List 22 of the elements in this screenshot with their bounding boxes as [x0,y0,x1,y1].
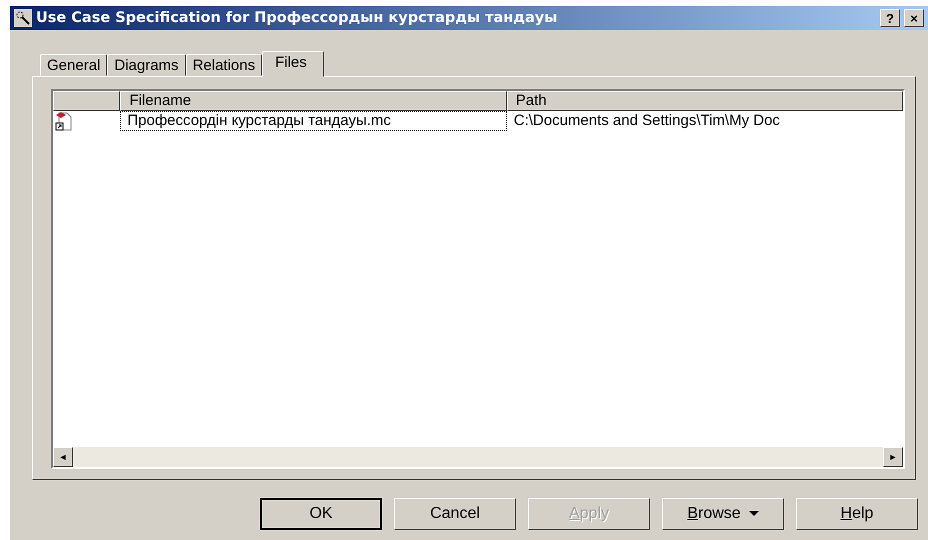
path-cell-text: C:\Documents and Settings\Tim\My Doc [512,111,781,131]
magnifier-icon [14,9,32,27]
file-icon [55,111,73,131]
dialog-button[interactable]: OK [260,498,382,530]
help-button[interactable]: ? [880,9,900,27]
dialog-button[interactable]: Browse [662,498,784,530]
column-header[interactable]: Path [506,91,903,111]
tab[interactable]: General [40,54,108,76]
scroll-left-button[interactable]: ◄ [53,447,73,467]
filename-cell[interactable]: Профессордін курстарды тандауы.mc [120,111,507,131]
tab[interactable]: Files [262,51,324,77]
column-header[interactable]: Filename [120,91,507,111]
scroll-right-button[interactable]: ► [883,447,903,467]
tab[interactable]: Diagrams [107,54,186,76]
window-title: Use Case Specification for Профессордын курстарды тандауы [36,10,558,26]
dialog-button[interactable]: Help [796,498,918,530]
horizontal-scrollbar[interactable]: ◄ ► [53,447,903,467]
tab[interactable]: Relations [186,54,262,76]
caret-icon [748,510,759,517]
dialog-button[interactable]: Cancel [394,498,516,530]
close-button[interactable]: × [904,9,924,27]
column-header[interactable] [53,91,120,111]
